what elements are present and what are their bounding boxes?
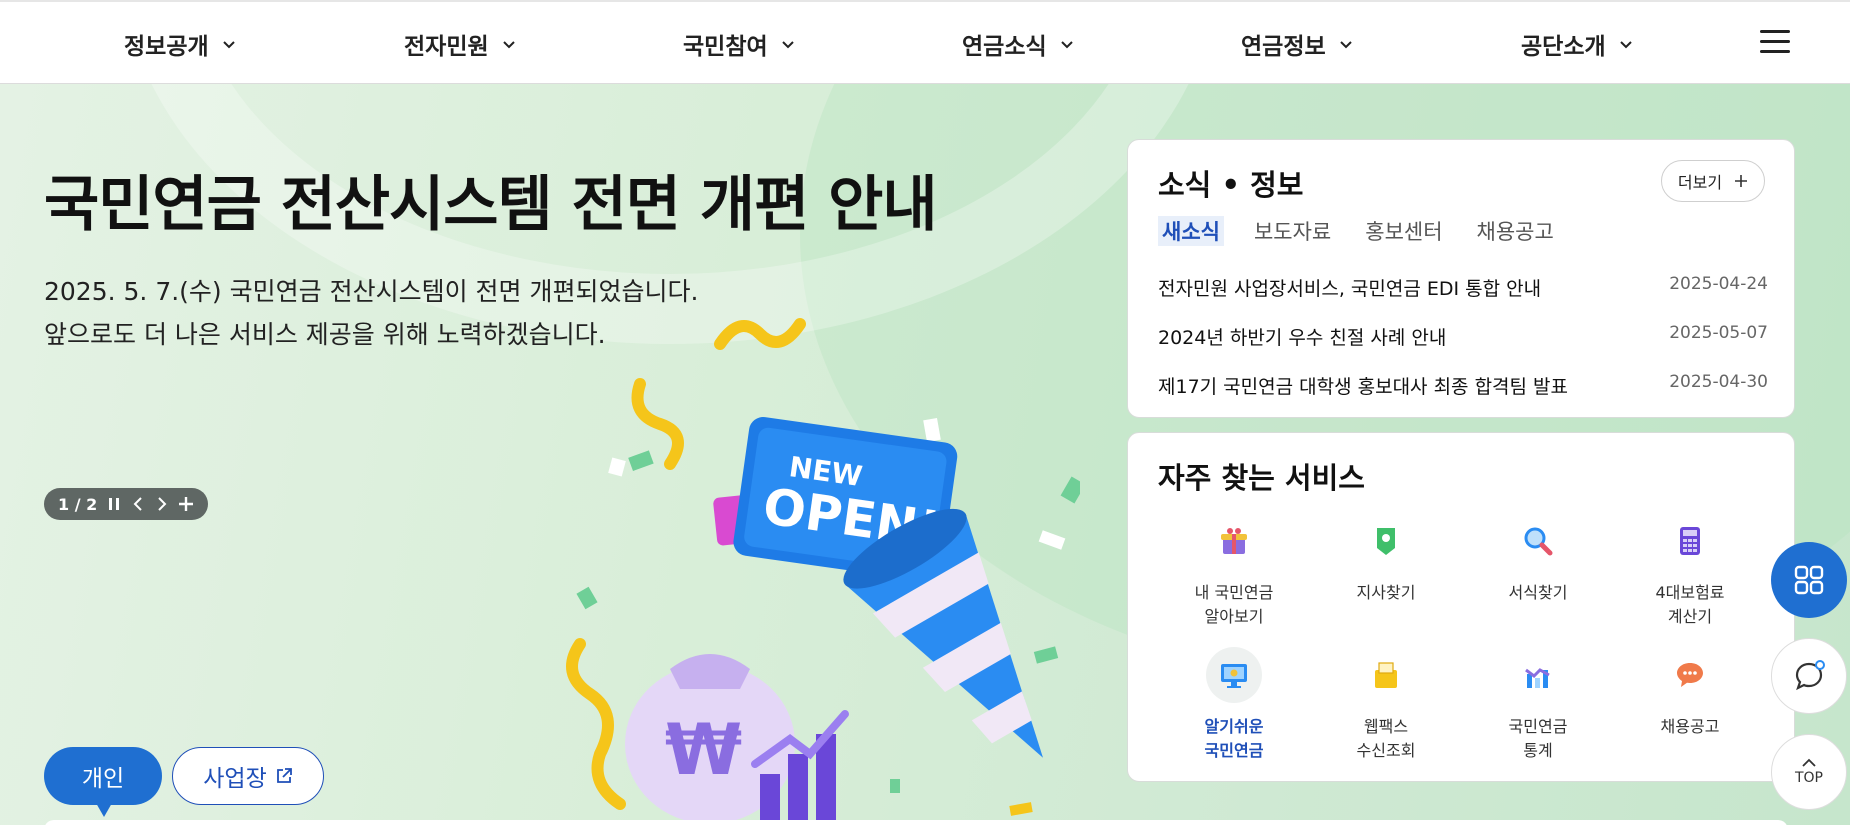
- news-item-title: 2024년 하반기 우수 친절 사례 안내: [1158, 327, 1447, 349]
- frequent-services-card: 자주 찾는 서비스 내 국민연금 알아보기 지사찾기 서식찾기 4대보험료 계산…: [1127, 432, 1795, 782]
- news-card: 소식 • 정보 더보기 새소식 보도자료 홍보센터 채용공고 전자민원 사업장서…: [1127, 139, 1795, 418]
- news-item-title: 전자민원 사업장서비스, 국민연금 EDI 통합 안내: [1158, 278, 1542, 300]
- nav-item-participation[interactable]: 국민참여: [683, 26, 796, 62]
- speech-bubble-icon: [1662, 647, 1718, 703]
- chevron-up-icon: [1802, 758, 1816, 767]
- news-list: 전자민원 사업장서비스, 국민연금 EDI 통합 안내 2025-04-24 2…: [1158, 274, 1768, 421]
- service-label: 채용공고: [1660, 717, 1720, 736]
- news-item-title: 제17기 국민연금 대학생 홍보대사 최종 합격팀 발표: [1158, 376, 1569, 398]
- new-open-illustration: NEW OPEN! ₩: [566, 318, 1080, 825]
- magnifier-icon: [1510, 513, 1566, 569]
- monitor-icon: [1206, 647, 1262, 703]
- news-item[interactable]: 2024년 하반기 우수 친절 사례 안내 2025-05-07: [1158, 323, 1768, 372]
- service-label: 국민연금 통계: [1508, 717, 1568, 760]
- nav-label: 전자민원: [404, 34, 489, 60]
- nav-label: 연금정보: [1241, 34, 1326, 60]
- tab-new-news[interactable]: 새소식: [1158, 216, 1224, 246]
- top-navigation: 정보공개 전자민원 국민참여 연금소식 연금정보 공단소개: [0, 0, 1850, 84]
- gift-box-icon: [1206, 513, 1262, 569]
- currency-symbol: ₩: [665, 709, 742, 791]
- tab-press-release[interactable]: 보도자료: [1250, 216, 1335, 246]
- fax-icon: [1358, 647, 1414, 703]
- service-find-branch[interactable]: 지사찾기: [1310, 513, 1462, 639]
- hero-title: 국민연금 전산시스템 전면 개편 안내: [44, 170, 938, 240]
- tab-label: 사업장: [203, 766, 267, 792]
- service-webfax[interactable]: 웹팩스 수신조회: [1310, 647, 1462, 773]
- content-panel-top: [44, 820, 1788, 825]
- chevron-down-icon: [781, 41, 794, 49]
- service-label: 웹팩스 수신조회: [1356, 717, 1416, 760]
- news-card-title: 소식 • 정보: [1158, 168, 1304, 202]
- nav-label: 정보공개: [124, 34, 209, 60]
- next-slide-icon[interactable]: [155, 494, 169, 514]
- chatbot-button[interactable]: [1771, 638, 1847, 714]
- news-item[interactable]: 제17기 국민연금 대학생 홍보대사 최종 합격팀 발표 2025-04-30: [1158, 372, 1768, 421]
- pause-icon[interactable]: [107, 494, 121, 514]
- news-item-date: 2025-04-24: [1669, 274, 1768, 294]
- services-card-title: 자주 찾는 서비스: [1158, 461, 1365, 495]
- service-insurance-calculator[interactable]: 4대보험료 계산기: [1614, 513, 1766, 639]
- service-recruitment[interactable]: 채용공고: [1614, 647, 1766, 773]
- nav-label: 공단소개: [1521, 34, 1606, 60]
- services-grid: 내 국민연금 알아보기 지사찾기 서식찾기 4대보험료 계산기 알기쉬운 국민연…: [1158, 513, 1766, 773]
- grid-icon: [1794, 565, 1824, 595]
- chevron-down-icon: [1339, 41, 1352, 49]
- chevron-down-icon: [1619, 41, 1632, 49]
- nav-label: 연금소식: [962, 34, 1047, 60]
- chart-icon: [1510, 647, 1566, 703]
- calculator-icon: [1662, 513, 1718, 569]
- chevron-down-icon: [222, 41, 235, 49]
- top-label: TOP: [1794, 770, 1823, 786]
- news-item[interactable]: 전자민원 사업장서비스, 국민연금 EDI 통합 안내 2025-04-24: [1158, 274, 1768, 323]
- tab-pr-center[interactable]: 홍보센터: [1361, 216, 1446, 246]
- service-label: 지사찾기: [1356, 583, 1416, 602]
- service-easy-pension[interactable]: 알기쉬운 국민연금: [1158, 647, 1310, 773]
- news-tabs: 새소식 보도자료 홍보센터 채용공고: [1158, 216, 1558, 246]
- service-label: 4대보험료 계산기: [1655, 583, 1725, 626]
- nav-item-e-civil[interactable]: 전자민원: [404, 26, 517, 62]
- map-pin-icon: [1358, 513, 1414, 569]
- nav-item-pension-news[interactable]: 연금소식: [962, 26, 1075, 62]
- chevron-down-icon: [502, 41, 515, 49]
- scroll-top-button[interactable]: TOP: [1771, 734, 1847, 810]
- hamburger-menu-icon[interactable]: [1760, 30, 1790, 54]
- tab-recruitment[interactable]: 채용공고: [1473, 216, 1558, 246]
- service-find-forms[interactable]: 서식찾기: [1462, 513, 1614, 639]
- nav-item-about[interactable]: 공단소개: [1521, 26, 1634, 62]
- chat-icon: [1795, 660, 1825, 691]
- service-label: 알기쉬운 국민연금: [1204, 717, 1264, 760]
- nav-item-info-disclosure[interactable]: 정보공개: [124, 26, 237, 62]
- slide-pager: 1 / 2: [44, 488, 208, 520]
- external-link-icon: [276, 768, 292, 783]
- nav-item-pension-info[interactable]: 연금정보: [1241, 26, 1354, 62]
- tab-label: 개인: [81, 766, 125, 792]
- news-item-date: 2025-04-30: [1669, 372, 1768, 392]
- service-statistics[interactable]: 국민연금 통계: [1462, 647, 1614, 773]
- tab-business[interactable]: 사업장: [172, 747, 324, 805]
- plus-icon[interactable]: [179, 494, 194, 514]
- quick-menu-button[interactable]: [1771, 542, 1847, 618]
- tab-personal[interactable]: 개인: [44, 747, 162, 817]
- chevron-down-icon: [1060, 41, 1073, 49]
- plus-icon: [1735, 175, 1748, 187]
- prev-slide-icon[interactable]: [131, 494, 145, 514]
- service-label: 내 국민연금 알아보기: [1194, 583, 1274, 626]
- nav-label: 국민참여: [683, 34, 768, 60]
- slide-counter: 1 / 2: [58, 494, 98, 514]
- service-label: 서식찾기: [1508, 583, 1568, 602]
- more-label: 더보기: [1677, 173, 1723, 192]
- news-item-date: 2025-05-07: [1669, 323, 1768, 343]
- service-my-pension[interactable]: 내 국민연금 알아보기: [1158, 513, 1310, 639]
- more-button[interactable]: 더보기: [1661, 160, 1765, 202]
